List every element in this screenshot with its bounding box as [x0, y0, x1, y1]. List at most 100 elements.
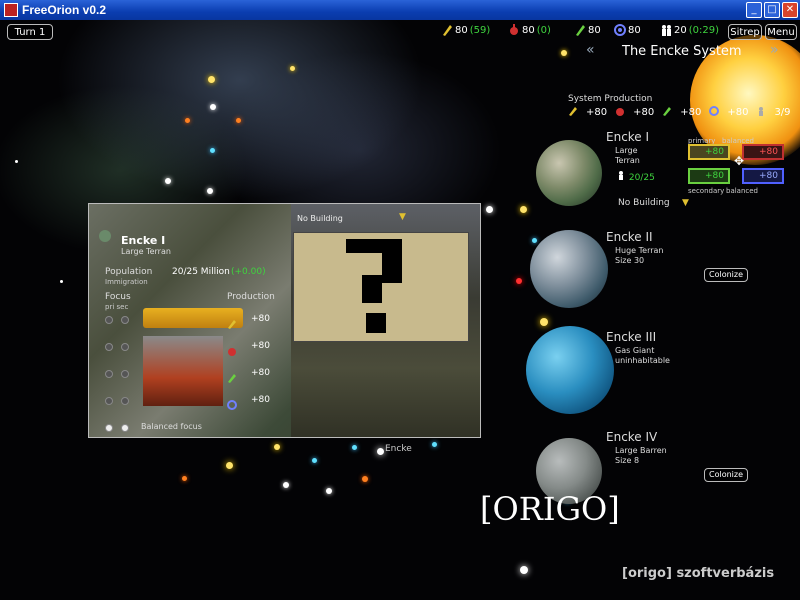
population-label: Population: [105, 267, 153, 277]
planet-name[interactable]: Encke III: [606, 330, 656, 344]
planet-size: Large: [615, 146, 638, 155]
star[interactable]: [210, 148, 215, 153]
star[interactable]: [532, 238, 537, 243]
planet-encke-1[interactable]: [536, 140, 602, 206]
planet-panel-type: Large Terran: [121, 247, 171, 256]
mining-icon: [574, 24, 586, 36]
star[interactable]: [283, 482, 289, 488]
star[interactable]: [520, 206, 527, 213]
research-icon: [709, 106, 720, 119]
origo-logo: [ORIGO]: [480, 490, 620, 528]
unknown-building-image: [293, 232, 469, 342]
top-bar: Turn 1 80 (59) 80 (0) 80 80 20 (0:29) Si…: [0, 20, 800, 42]
population-icon: [660, 24, 672, 36]
star[interactable]: [326, 488, 332, 494]
secondary-focus-radio[interactable]: [121, 316, 129, 324]
industry-resource: 80 (59): [441, 24, 490, 36]
population-icon: [616, 171, 626, 183]
research-icon: [614, 24, 626, 36]
maximize-button[interactable]: □: [764, 2, 780, 18]
planet-building: No Building: [618, 198, 670, 208]
secondary-focus-radio[interactable]: [121, 343, 129, 351]
population-icon: [756, 106, 766, 119]
star[interactable]: [185, 118, 190, 123]
secondary-focus-radio[interactable]: [121, 424, 129, 432]
primary-focus-radio[interactable]: [105, 370, 113, 378]
star[interactable]: [312, 458, 317, 463]
star[interactable]: [377, 448, 384, 455]
star[interactable]: [165, 178, 171, 184]
star[interactable]: [207, 188, 213, 194]
galaxy-map[interactable]: Encke Turn 1 80 (59) 80 (0) 80 80 20 (0:…: [0, 20, 800, 600]
star[interactable]: [182, 476, 187, 481]
food-resource: 80 (0): [508, 24, 551, 36]
colonize-button[interactable]: Colonize: [704, 268, 748, 282]
star[interactable]: [236, 118, 241, 123]
industry-icon: [227, 314, 237, 333]
close-button[interactable]: ✕: [782, 2, 798, 18]
food-icon: [508, 24, 520, 36]
colonize-button[interactable]: Colonize: [704, 468, 748, 482]
planet-name[interactable]: Encke I: [606, 130, 649, 144]
star: [15, 160, 18, 163]
planet-encke-3[interactable]: [526, 326, 614, 414]
food-production-value: +80: [251, 341, 270, 351]
planet-encke-2[interactable]: [530, 230, 608, 308]
balanced-focus-label-2: balanced: [726, 187, 759, 195]
star[interactable]: [352, 445, 357, 450]
population-resource: 20 (0:29): [660, 24, 719, 36]
cursor-icon: ✥: [734, 154, 745, 168]
planet-name[interactable]: Encke IV: [606, 430, 657, 444]
primary-focus-radio[interactable]: [105, 316, 113, 324]
planet-panel-name: Encke I: [121, 234, 166, 247]
focus-industry-button[interactable]: +80: [688, 144, 730, 160]
population-value: 20/25 Million: [172, 267, 230, 277]
star[interactable]: [290, 66, 295, 71]
primary-focus-radio[interactable]: [105, 343, 113, 351]
focus-food-button[interactable]: +80: [742, 144, 784, 160]
sitrep-button[interactable]: Sitrep: [728, 24, 762, 40]
research-resource: 80: [614, 24, 641, 36]
star[interactable]: [561, 50, 567, 56]
star[interactable]: [226, 462, 233, 469]
primary-focus-radio[interactable]: [105, 397, 113, 405]
app-icon: [4, 3, 18, 17]
star[interactable]: [540, 318, 548, 326]
primary-focus-radio[interactable]: [105, 424, 113, 432]
star[interactable]: [520, 566, 528, 574]
planet-name[interactable]: Encke II: [606, 230, 653, 244]
star[interactable]: [274, 444, 280, 450]
star[interactable]: [208, 76, 215, 83]
window-title: FreeOrion v0.2: [22, 3, 107, 17]
building-label: No Building: [297, 214, 343, 223]
window-title-bar: FreeOrion v0.2 _ □ ✕: [0, 0, 800, 20]
secondary-focus-radio[interactable]: [121, 397, 129, 405]
food-icon: [227, 341, 237, 360]
star[interactable]: [516, 278, 522, 284]
star[interactable]: [210, 104, 216, 110]
dropdown-arrow-icon[interactable]: ▼: [399, 212, 406, 222]
secondary-focus-radio[interactable]: [121, 370, 129, 378]
watermark: [origo] szoftverbázis: [622, 566, 775, 581]
industry-icon: [441, 24, 453, 36]
planet-detail-panel[interactable]: Encke I Large Terran Population 20/25 Mi…: [88, 203, 481, 438]
next-system-button[interactable]: »: [770, 42, 779, 58]
balanced-focus-label: Balanced focus: [141, 422, 202, 431]
focus-mining-button[interactable]: +80: [688, 168, 730, 184]
industry-icon: [568, 106, 578, 119]
menu-button[interactable]: Menu: [765, 24, 797, 40]
dropdown-arrow-icon[interactable]: ▼: [682, 198, 689, 208]
planet-population: 20/25: [616, 170, 655, 183]
star[interactable]: [362, 476, 368, 482]
star[interactable]: [486, 206, 493, 213]
system-title: The Encke System: [622, 44, 742, 59]
map-system-label[interactable]: Encke: [385, 444, 412, 454]
mining-production-value: +80: [251, 368, 270, 378]
focus-research-button[interactable]: +80: [742, 168, 784, 184]
prev-system-button[interactable]: «: [586, 42, 595, 58]
turn-button[interactable]: Turn 1: [7, 24, 53, 40]
planet-habitability: uninhabitable: [615, 356, 670, 365]
industry-production-value: +80: [251, 314, 270, 324]
star[interactable]: [432, 442, 437, 447]
minimize-button[interactable]: _: [746, 2, 762, 18]
